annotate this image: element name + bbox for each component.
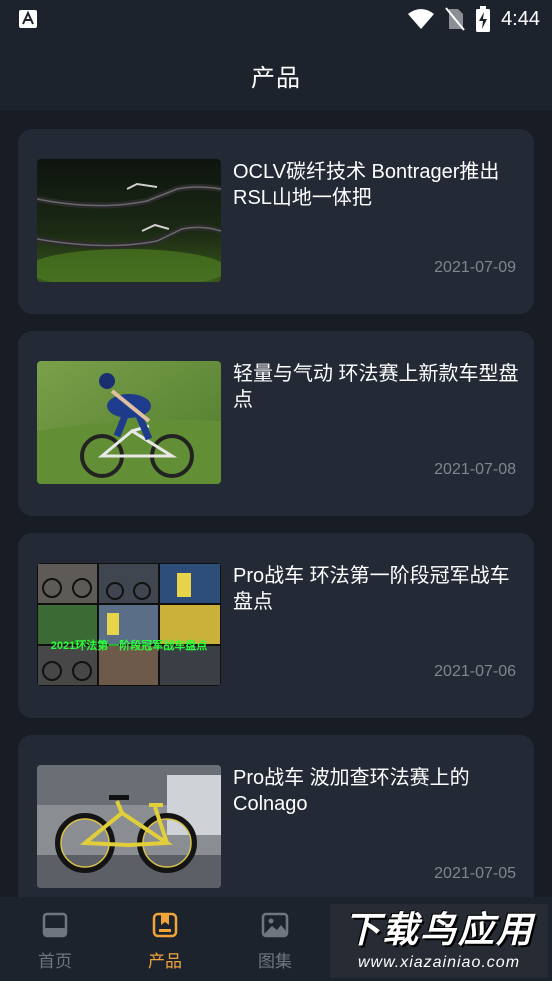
article-thumbnail-collage[interactable]: 2021环法第一阶段冠军战车盘点	[37, 563, 221, 686]
page-title: 产品	[251, 64, 301, 92]
article-card[interactable]: OCLV碳纤技术 Bontrager推出RSL山地一体把 2021-07-09	[18, 129, 534, 314]
home-icon	[42, 912, 68, 938]
article-thumbnail-handlebar[interactable]	[37, 159, 221, 282]
article-card[interactable]: 轻量与气动 环法赛上新款车型盘点 2021-07-08	[18, 331, 534, 516]
nav-item-product[interactable]: 产品	[110, 897, 220, 981]
clock-time: 4:44	[501, 7, 540, 30]
article-card[interactable]: Pro战车 波加查环法赛上的Colnago 2021-07-05	[18, 735, 534, 897]
watermark-text: 下载鸟应用	[343, 909, 534, 950]
article-title[interactable]: 轻量与气动 环法赛上新款车型盘点	[233, 361, 523, 413]
nav-item-gallery[interactable]: 图集	[220, 897, 330, 981]
nav-label: 图集	[258, 952, 292, 971]
gallery-icon	[261, 912, 289, 938]
watermark-url: www.xiazainiao.com	[357, 954, 521, 971]
status-icons: 4:44	[407, 6, 540, 32]
article-title[interactable]: OCLV碳纤技术 Bontrager推出RSL山地一体把	[233, 159, 523, 211]
app-header: 产品	[0, 40, 552, 110]
wifi-icon	[408, 9, 435, 29]
nav-label: 首页	[38, 952, 72, 971]
article-date: 2021-07-09	[434, 259, 516, 276]
thumbnail-caption: 2021环法第一阶段冠军战车盘点	[50, 640, 208, 652]
product-icon	[152, 912, 178, 938]
article-thumbnail-bike[interactable]	[37, 765, 221, 888]
article-list[interactable]: OCLV碳纤技术 Bontrager推出RSL山地一体把 2021-07-09	[0, 110, 552, 897]
article-date: 2021-07-05	[434, 865, 516, 882]
no-sim-icon	[445, 7, 465, 31]
article-thumbnail-cyclist[interactable]	[37, 361, 221, 484]
status-bar: 4:44	[0, 0, 552, 40]
battery-charging-icon	[476, 6, 491, 32]
android-a-icon	[19, 10, 37, 28]
nav-item-home[interactable]: 首页	[0, 897, 110, 981]
article-date: 2021-07-08	[434, 461, 516, 478]
article-title[interactable]: Pro战车 波加查环法赛上的Colnago	[233, 765, 523, 817]
article-date: 2021-07-06	[434, 663, 516, 680]
article-title[interactable]: Pro战车 环法第一阶段冠军战车盘点	[233, 563, 523, 615]
article-card[interactable]: 2021环法第一阶段冠军战车盘点 Pro战车 环法第一阶段冠军战车盘点 2021…	[18, 533, 534, 718]
watermark-logo: 下载鸟应用 www.xiazainiao.com	[330, 904, 548, 978]
nav-label: 产品	[148, 952, 182, 971]
